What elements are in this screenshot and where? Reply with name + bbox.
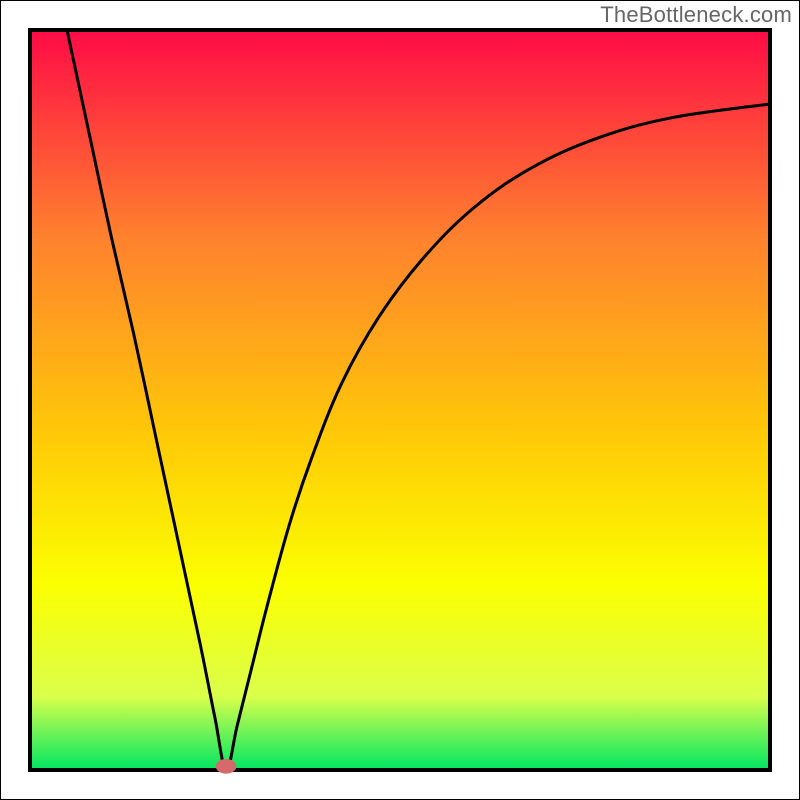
chart-stage: TheBottleneck.com: [0, 0, 800, 800]
plot-background: [30, 30, 770, 770]
optimal-point-marker: [216, 759, 237, 774]
bottleneck-chart: [0, 0, 800, 800]
attribution-label: TheBottleneck.com: [600, 2, 792, 28]
